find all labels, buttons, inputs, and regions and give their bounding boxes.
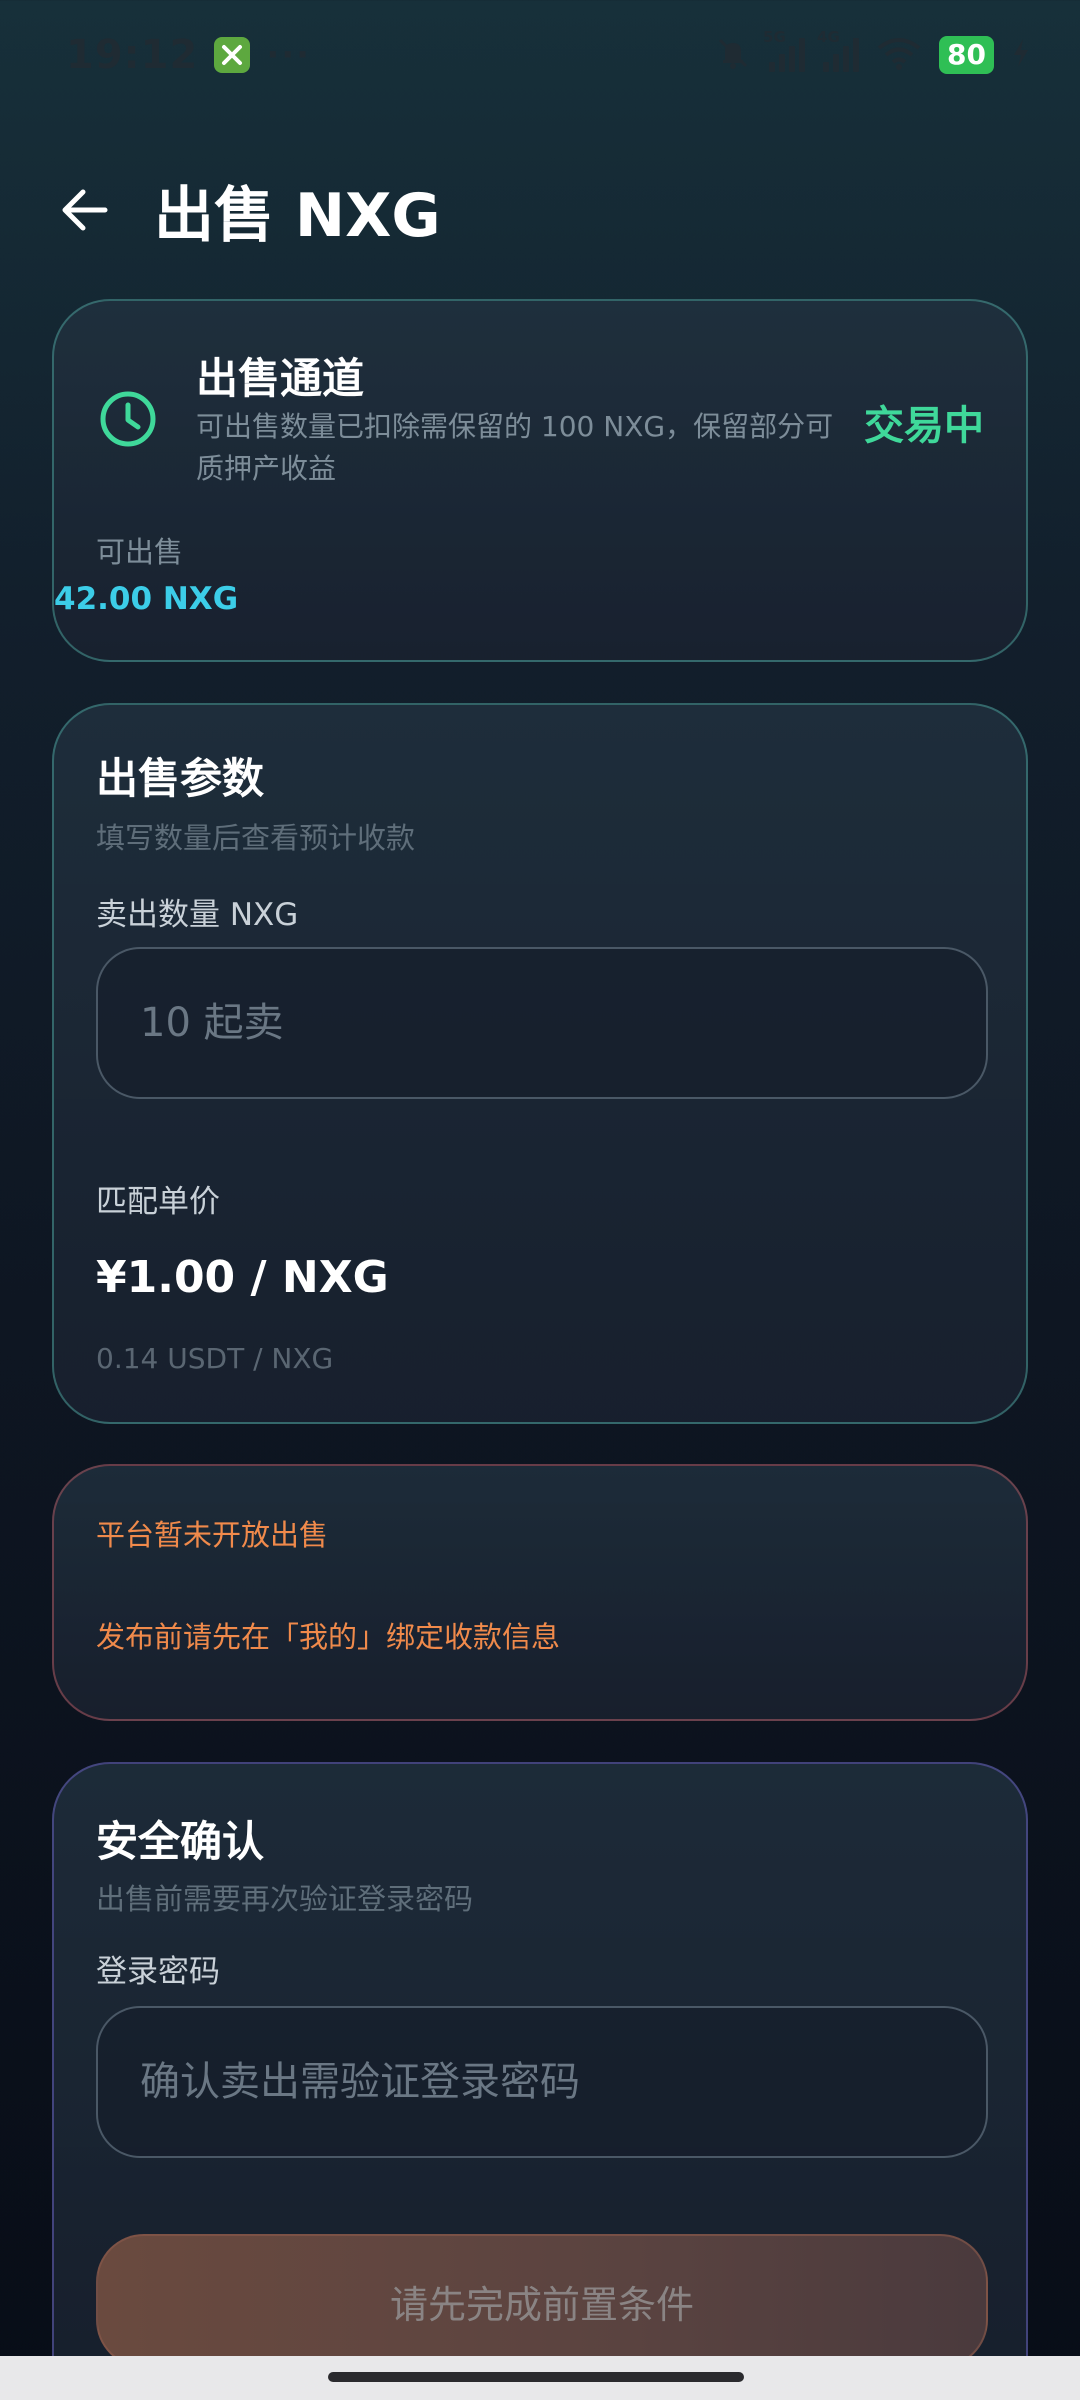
page-header: 出售 NXG bbox=[0, 160, 1080, 260]
charging-icon bbox=[1012, 38, 1030, 72]
notifications-off-icon bbox=[715, 35, 751, 75]
sell-params-card: 出售参数 填写数量后查看预计收款 卖出数量 NXG 匹配单价 ¥1.00 / N… bbox=[52, 703, 1028, 1424]
sell-channel-card: 出售通道 可出售数量已扣除需保留的 100 NXG，保留部分可质押产收益 交易中… bbox=[52, 299, 1028, 662]
quantity-label: 卖出数量 NXG bbox=[96, 897, 299, 933]
app-notification-icon bbox=[214, 37, 251, 73]
channel-title: 出售通道 bbox=[196, 354, 365, 403]
arrow-left-icon bbox=[62, 189, 108, 231]
price-usdt: 0.14 USDT / NXG bbox=[96, 1342, 334, 1375]
wifi-icon bbox=[877, 36, 921, 74]
password-input-box bbox=[96, 2006, 988, 2158]
warning-card: 平台暂未开放出售 发布前请先在「我的」绑定收款信息 bbox=[52, 1464, 1028, 1721]
page-title: 出售 NXG bbox=[154, 180, 441, 251]
price-label: 匹配单价 bbox=[96, 1184, 220, 1220]
more-notifications-icon: ··· bbox=[266, 35, 312, 75]
available-amount: 42.00 NXG bbox=[54, 581, 239, 617]
available-label: 可出售 bbox=[96, 535, 184, 569]
price-value: ¥1.00 / NXG bbox=[96, 1252, 389, 1303]
password-input[interactable] bbox=[140, 2059, 986, 2105]
security-title: 安全确认 bbox=[96, 1817, 265, 1866]
trading-status-badge: 交易中 bbox=[864, 403, 984, 449]
quantity-input-box bbox=[96, 947, 988, 1099]
home-indicator[interactable] bbox=[328, 2372, 744, 2382]
status-left: 19:12 ··· bbox=[66, 32, 311, 78]
params-title: 出售参数 bbox=[96, 754, 265, 803]
signal-4g-tag: 4G bbox=[817, 28, 840, 46]
battery-icon: 80 bbox=[939, 36, 994, 74]
signal-4g-icon: 4G bbox=[817, 28, 860, 72]
warning-not-open: 平台暂未开放出售 bbox=[96, 1518, 329, 1552]
status-right: 5G 4G 80 bbox=[715, 28, 1030, 75]
security-subtitle: 出售前需要再次验证登录密码 bbox=[96, 1882, 474, 1916]
security-card: 安全确认 出售前需要再次验证登录密码 登录密码 请先完成前置条件 bbox=[52, 1762, 1028, 2400]
status-bar: 19:12 ··· 5G 4G 80 bbox=[0, 0, 1080, 110]
params-subtitle: 填写数量后查看预计收款 bbox=[96, 821, 416, 855]
back-button[interactable] bbox=[58, 183, 112, 237]
signal-5g-icon: 5G bbox=[763, 28, 806, 72]
quantity-input[interactable] bbox=[140, 1000, 986, 1046]
signal-5g-tag: 5G bbox=[763, 28, 786, 46]
status-time: 19:12 bbox=[66, 32, 199, 78]
submit-sell-button[interactable]: 请先完成前置条件 bbox=[96, 2234, 988, 2368]
channel-description: 可出售数量已扣除需保留的 100 NXG，保留部分可质押产收益 bbox=[196, 410, 834, 485]
clock-icon bbox=[98, 389, 158, 449]
warning-bind-payment: 发布前请先在「我的」绑定收款信息 bbox=[96, 1620, 561, 1654]
password-label: 登录密码 bbox=[96, 1954, 220, 1990]
